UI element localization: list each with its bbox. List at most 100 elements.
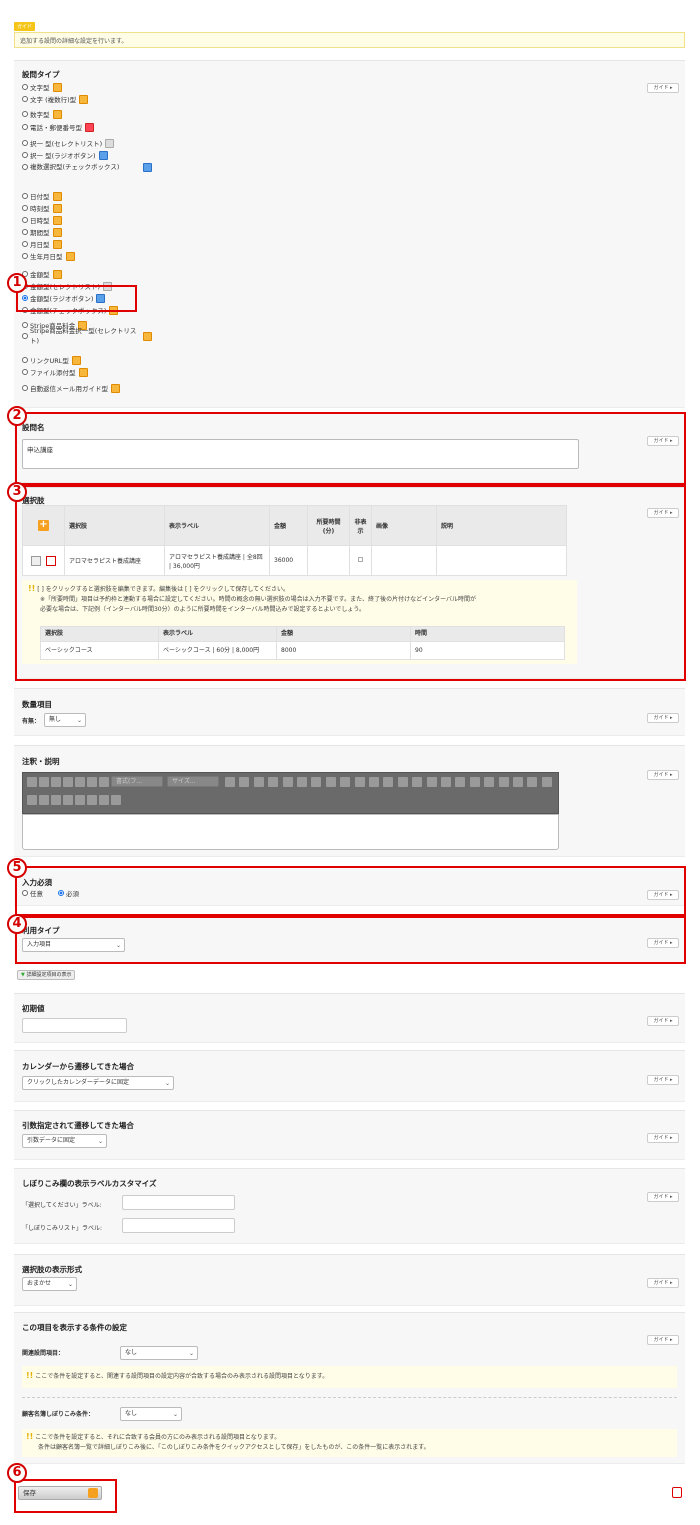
question-type-option[interactable]: 数字型 <box>22 109 62 119</box>
editor-tool-icon[interactable] <box>111 795 121 805</box>
initial-value-input[interactable] <box>22 1018 127 1033</box>
radio-button[interactable] <box>22 357 28 363</box>
font-format-select[interactable]: 書式(フ... <box>111 776 163 787</box>
editor-tool-icon[interactable] <box>268 777 279 787</box>
question-type-label: 金額型 <box>30 271 50 279</box>
guide-button[interactable]: ガイド ▸ <box>647 1278 679 1288</box>
editor-tool-icon[interactable] <box>63 777 73 787</box>
question-type-option[interactable]: 自動返信メール用ガイド型 <box>22 383 120 393</box>
guide-button[interactable]: ガイド ▸ <box>647 83 679 93</box>
editor-tool-icon[interactable] <box>498 777 509 787</box>
radio-button[interactable] <box>22 205 28 211</box>
editor-tool-icon[interactable] <box>541 777 552 787</box>
editor-tool-icon[interactable] <box>75 777 85 787</box>
editor-tool-icon[interactable] <box>484 777 495 787</box>
editor-tool-icon[interactable] <box>527 777 538 787</box>
font-size-select[interactable]: サイズ... <box>167 776 219 787</box>
radio-button[interactable] <box>22 164 28 170</box>
radio-button[interactable] <box>22 217 28 223</box>
editor-tool-icon[interactable] <box>75 795 85 805</box>
radio-button[interactable] <box>22 241 28 247</box>
editor-tool-icon[interactable] <box>426 777 437 787</box>
editor-tool-icon[interactable] <box>397 777 408 787</box>
editor-tool-icon[interactable] <box>325 777 336 787</box>
quantity-select[interactable]: 無し ⌄ <box>44 713 86 727</box>
editor-tool-icon[interactable] <box>441 777 451 787</box>
editor-tool-icon[interactable] <box>469 777 480 787</box>
editor-tool-icon[interactable] <box>239 777 250 787</box>
editor-tool-icon[interactable] <box>39 795 49 805</box>
radio-button[interactable] <box>22 369 28 375</box>
display-format-select[interactable]: おまかせ ⌄ <box>22 1277 77 1291</box>
editor-tool-icon[interactable] <box>253 777 264 787</box>
guide-button[interactable]: ガイド ▸ <box>647 1016 679 1026</box>
editor-tool-icon[interactable] <box>455 777 466 787</box>
editor-tool-icon[interactable] <box>51 777 61 787</box>
question-type-option[interactable]: 金額型 <box>22 269 62 279</box>
guide-button[interactable]: ガイド ▸ <box>647 713 679 723</box>
editor-tool-icon[interactable] <box>63 795 73 805</box>
filter-label-1-input[interactable] <box>122 1195 235 1210</box>
editor-tool-icon[interactable] <box>513 777 523 787</box>
editor-tool-icon[interactable] <box>225 777 235 787</box>
show-advanced-button[interactable]: ▼ 詳細設定項目の表示 <box>17 970 76 980</box>
question-type-option[interactable]: 複数選択型(チェックボックス) <box>22 162 152 172</box>
radio-button[interactable] <box>22 96 28 102</box>
editor-tool-icon[interactable] <box>412 777 423 787</box>
question-type-option[interactable]: 日時型 <box>22 215 62 225</box>
editor-tool-icon[interactable] <box>297 777 307 787</box>
radio-button[interactable] <box>22 140 28 146</box>
editor-tool-icon[interactable] <box>354 777 365 787</box>
guide-button[interactable]: ガイド ▸ <box>647 1192 679 1202</box>
editor-tool-icon[interactable] <box>99 777 109 787</box>
question-type-option[interactable]: 電話・郵便番号型 <box>22 122 94 132</box>
notes-editor-body[interactable] <box>22 814 559 850</box>
radio-button[interactable] <box>22 333 28 339</box>
question-type-option[interactable]: 択一 型(ラジオボタン) <box>22 150 108 160</box>
radio-button[interactable] <box>22 385 28 391</box>
radio-button[interactable] <box>22 193 28 199</box>
radio-button[interactable] <box>22 152 28 158</box>
question-type-option[interactable]: 生年月日型 <box>22 251 75 261</box>
delete-question-icon[interactable] <box>672 1487 682 1498</box>
guide-button[interactable]: ガイド ▸ <box>647 1335 679 1345</box>
guide-button[interactable]: ガイド ▸ <box>647 1133 679 1143</box>
editor-tool-icon[interactable] <box>51 795 61 805</box>
question-type-option[interactable]: 期間型 <box>22 227 62 237</box>
question-type-option[interactable]: Stripe商品料金択一型(セレクトリスト) <box>22 327 152 345</box>
radio-button[interactable] <box>22 253 28 259</box>
editor-tool-icon[interactable] <box>39 777 49 787</box>
guide-button[interactable]: ガイド ▸ <box>647 1075 679 1085</box>
argument-select[interactable]: 引数データに固定 ⌄ <box>22 1134 107 1148</box>
editor-tool-icon[interactable] <box>369 777 379 787</box>
question-type-option[interactable]: ファイル添付型 <box>22 367 88 377</box>
editor-tool-icon[interactable] <box>27 777 37 787</box>
editor-tool-icon[interactable] <box>87 795 97 805</box>
section-title: 注釈・説明 <box>22 757 60 766</box>
editor-tool-icon[interactable] <box>27 795 37 805</box>
editor-tool-icon[interactable] <box>383 777 394 787</box>
radio-button[interactable] <box>22 84 28 90</box>
editor-tool-icon[interactable] <box>340 777 351 787</box>
calendar-select[interactable]: クリックしたカレンダーデータに固定 ⌄ <box>22 1076 174 1090</box>
guide-button[interactable]: ガイド ▸ <box>647 770 679 780</box>
question-type-option[interactable]: 日付型 <box>22 191 62 201</box>
question-type-option[interactable]: 月日型 <box>22 239 62 249</box>
radio-button[interactable] <box>22 229 28 235</box>
question-type-option[interactable]: リンクURL型 <box>22 355 81 365</box>
radio-button[interactable] <box>22 111 28 117</box>
filter-label-2-input[interactable] <box>122 1218 235 1233</box>
editor-tool-icon[interactable] <box>282 777 293 787</box>
radio-button[interactable] <box>22 124 28 130</box>
question-type-option[interactable]: 時刻型 <box>22 203 62 213</box>
section-initial-value: 初期値 ガイド ▸ <box>14 993 685 1043</box>
editor-tool-icon[interactable] <box>87 777 97 787</box>
editor-tool-icon[interactable] <box>311 777 322 787</box>
related-question-select[interactable]: なし ⌄ <box>120 1346 198 1360</box>
radio-button[interactable] <box>22 322 28 328</box>
editor-tool-icon[interactable] <box>99 795 109 805</box>
question-type-option[interactable]: 択一 型(セレクトリスト) <box>22 138 115 148</box>
question-type-option[interactable]: 文字 (複数行)型 <box>22 94 89 104</box>
customer-filter-select[interactable]: なし ⌄ <box>120 1407 182 1421</box>
question-type-option[interactable]: 文字型 <box>22 82 62 92</box>
